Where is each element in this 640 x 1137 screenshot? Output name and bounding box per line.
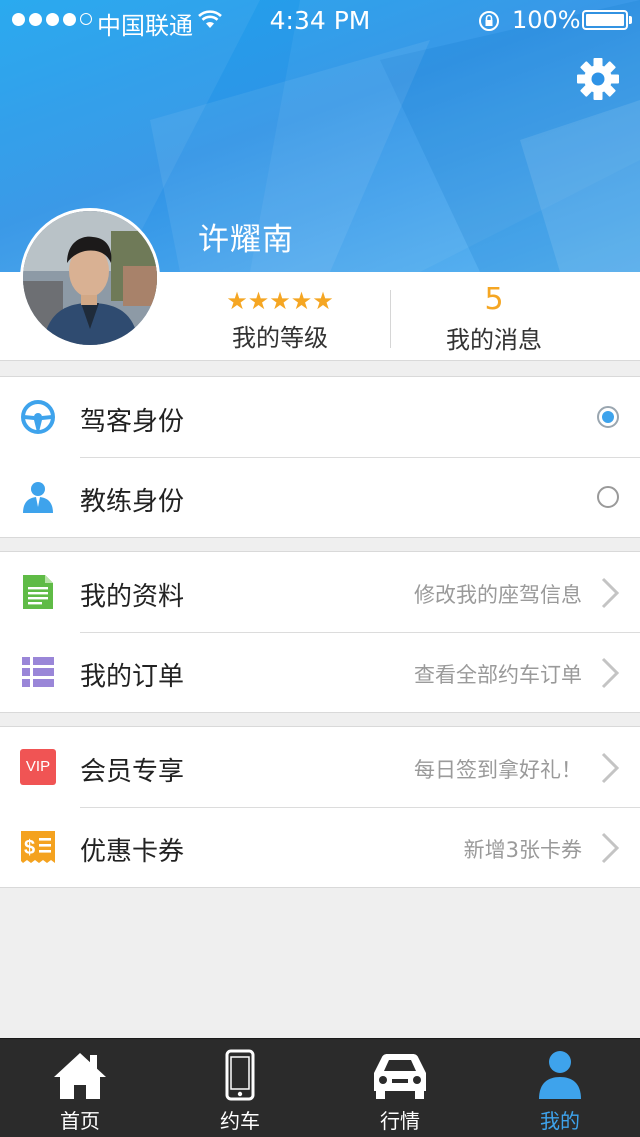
avatar-photo <box>23 211 157 345</box>
tab-market[interactable]: 行情 <box>320 1039 480 1137</box>
user-icon <box>539 1051 581 1099</box>
tab-booking[interactable]: 约车 <box>160 1039 320 1137</box>
vip-icon: VIP <box>20 749 56 785</box>
chevron-right-icon <box>601 577 620 609</box>
status-bar: 中国联通 4:34 PM 100% <box>0 0 640 40</box>
coupon-icon: $ <box>21 831 55 863</box>
list-item-label: 我的资料 <box>80 582 185 612</box>
steering-wheel-icon <box>21 400 55 434</box>
message-count: 5 <box>484 282 504 317</box>
coach-person-icon <box>23 482 53 513</box>
rating-stars: ★★★★★ <box>226 287 334 315</box>
my-level[interactable]: ★★★★★ 我的等级 <box>200 288 360 353</box>
messages-label: 我的消息 <box>446 326 542 354</box>
list-item-coach-identity[interactable]: 教练身份 <box>0 457 640 537</box>
list-item-label: 教练身份 <box>80 487 185 517</box>
chevron-right-icon <box>601 657 620 689</box>
list-item-hint: 每日签到拿好礼！ <box>414 758 582 782</box>
list-item-label: 我的订单 <box>80 662 185 692</box>
car-icon <box>374 1054 426 1099</box>
tab-label: 首页 <box>60 1109 100 1133</box>
list-item-my-orders[interactable]: 我的订单 查看全部约车订单 <box>0 632 640 712</box>
list-item-label: 优惠卡券 <box>80 837 185 867</box>
home-icon <box>54 1053 106 1099</box>
list-item-driver-identity[interactable]: 驾客身份 <box>0 377 640 457</box>
tab-home[interactable]: 首页 <box>0 1039 160 1137</box>
list-item-vip[interactable]: VIP 会员专享 每日签到拿好礼！ <box>0 727 640 807</box>
svg-text:$: $ <box>24 837 35 859</box>
list-item-hint: 查看全部约车订单 <box>414 663 582 687</box>
level-label: 我的等级 <box>232 324 328 352</box>
account-section: 我的资料 修改我的座驾信息 我的订单 查看全部约车订单 <box>0 551 640 713</box>
identity-section: 驾客身份 教练身份 <box>0 376 640 538</box>
list-item-my-profile[interactable]: 我的资料 修改我的座驾信息 <box>0 552 640 632</box>
list-icon <box>22 657 54 687</box>
tab-mine[interactable]: 我的 <box>480 1039 640 1137</box>
document-icon <box>23 575 53 609</box>
chevron-right-icon <box>601 752 620 784</box>
stats-divider <box>390 290 391 348</box>
tab-label: 我的 <box>540 1109 580 1133</box>
gear-icon[interactable] <box>575 56 621 102</box>
list-item-coupons[interactable]: $ 优惠卡券 新增3张卡券 <box>0 807 640 887</box>
battery-percentage: 100% <box>512 6 581 34</box>
rotation-lock-icon <box>479 11 499 31</box>
tab-label: 行情 <box>380 1109 420 1133</box>
tab-bar: 首页 约车 行情 我的 <box>0 1038 640 1137</box>
chevron-right-icon <box>601 832 620 864</box>
list-item-label: 会员专享 <box>80 757 185 787</box>
username: 许耀南 <box>198 222 294 258</box>
battery-icon <box>582 10 632 30</box>
driver-identity-radio[interactable] <box>597 406 619 428</box>
phone-icon <box>225 1049 255 1101</box>
list-item-hint: 修改我的座驾信息 <box>414 583 582 607</box>
avatar[interactable] <box>20 208 160 348</box>
coach-identity-radio[interactable] <box>597 486 619 508</box>
tab-label: 约车 <box>220 1109 260 1133</box>
perks-section: VIP 会员专享 每日签到拿好礼！ $ 优惠卡券 新增3张卡券 <box>0 726 640 888</box>
list-item-hint: 新增3张卡券 <box>463 838 582 862</box>
my-messages[interactable]: 5 我的消息 <box>414 284 574 355</box>
list-item-label: 驾客身份 <box>80 407 185 437</box>
